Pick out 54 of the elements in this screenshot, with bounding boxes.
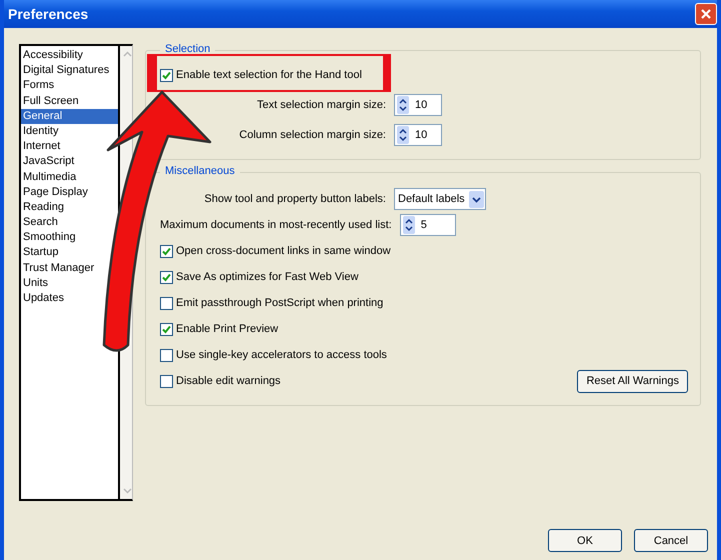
window-title: Preferences <box>8 6 88 22</box>
category-item[interactable]: Page Display <box>21 184 90 200</box>
checkbox[interactable] <box>160 68 173 82</box>
category-item[interactable]: Units <box>21 276 50 291</box>
category-item[interactable]: General <box>21 108 118 124</box>
cancel-button[interactable]: Cancel <box>634 529 708 552</box>
checkbox[interactable] <box>160 270 173 284</box>
reset-warnings-button[interactable]: Reset All Warnings <box>577 370 688 392</box>
ok-button[interactable]: OK <box>548 529 622 552</box>
checkbox[interactable] <box>160 296 173 310</box>
category-item[interactable]: Trust Manager <box>21 260 96 276</box>
checkbox[interactable] <box>160 244 173 258</box>
category-item[interactable]: Multimedia <box>21 170 78 185</box>
category-item[interactable]: Digital Signatures <box>21 63 112 78</box>
group-title: Miscellaneous <box>160 165 240 177</box>
category-item[interactable]: JavaScript <box>21 154 76 170</box>
checkbox-label: Disable edit warnings <box>176 375 281 387</box>
checkbox-label: Open cross-document links in same window <box>176 245 391 257</box>
checkbox-label: Save As optimizes for Fast Web View <box>176 271 358 283</box>
close-icon <box>700 8 712 20</box>
checkbox-label: Enable text selection for the Hand tool <box>176 69 362 81</box>
field-label: Text selection margin size: <box>256 99 386 111</box>
spin-arrows-icon[interactable] <box>397 96 409 114</box>
check-icon <box>162 272 171 282</box>
category-item[interactable]: Search <box>21 215 60 230</box>
category-item[interactable]: Startup <box>21 245 60 261</box>
category-item[interactable]: Identity <box>21 124 60 140</box>
spinner-field[interactable]: 10 <box>394 124 442 146</box>
checkbox-label: Emit passthrough PostScript when printing <box>176 297 384 309</box>
spinner-field[interactable]: 5 <box>400 214 456 236</box>
category-item[interactable]: Full Screen <box>21 94 81 109</box>
category-item[interactable]: Reading <box>21 200 66 216</box>
checkbox[interactable] <box>160 348 173 362</box>
category-item[interactable]: Accessibility <box>21 48 85 64</box>
field-label: Maximum documents in most-recently used list: <box>160 219 392 231</box>
checkbox[interactable] <box>160 374 173 388</box>
close-button[interactable] <box>695 3 717 25</box>
spin-arrows-icon[interactable] <box>402 216 415 234</box>
field-label: Column selection margin size: <box>238 129 386 141</box>
spin-arrows-icon[interactable] <box>397 126 409 144</box>
field-label: Show tool and property button labels: <box>203 193 386 205</box>
group-title: Selection <box>160 43 216 55</box>
category-item[interactable]: Internet <box>21 139 62 154</box>
checkbox-label: Enable Print Preview <box>176 323 278 335</box>
checkbox-label: Use single-key accelerators to access tools <box>176 349 387 361</box>
spinner-field[interactable]: 10 <box>394 94 442 116</box>
dropdown[interactable]: Default labels <box>394 188 486 210</box>
category-item[interactable]: Forms <box>21 78 56 94</box>
category-item[interactable]: Updates <box>21 291 66 306</box>
check-icon <box>162 324 171 334</box>
check-icon <box>162 70 171 80</box>
checkbox[interactable] <box>160 322 173 336</box>
category-item[interactable]: Smoothing <box>21 230 78 246</box>
check-icon <box>162 246 171 256</box>
